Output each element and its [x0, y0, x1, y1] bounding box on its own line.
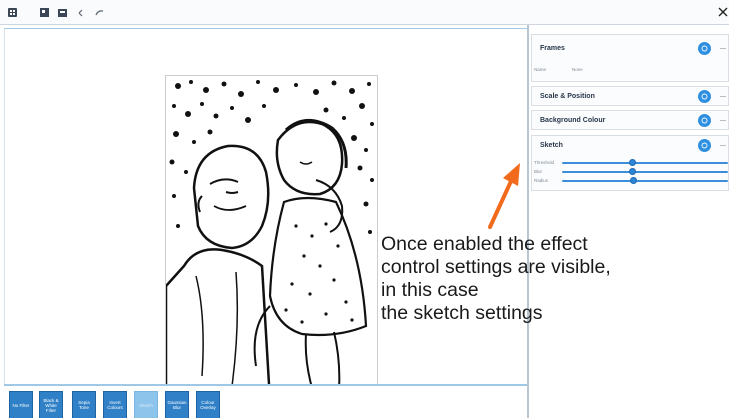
slider-thumb[interactable] — [628, 168, 636, 175]
sketch-photo[interactable] — [165, 75, 378, 400]
slider-thumb[interactable] — [628, 159, 636, 166]
slider-track[interactable] — [562, 162, 728, 164]
grid-icon[interactable] — [6, 6, 18, 18]
crop-icon[interactable] — [56, 6, 68, 18]
filter-button[interactable]: Gaussian Blur — [165, 391, 189, 418]
scale-position-toggle-icon[interactable] — [698, 90, 711, 103]
callout-line: the sketch settings — [381, 302, 543, 324]
undo-icon[interactable] — [75, 6, 87, 18]
image-icon[interactable] — [38, 6, 50, 18]
frames-name-value[interactable]: None — [572, 67, 583, 72]
filter-button[interactable]: Invert Colours — [103, 391, 127, 418]
frames-section: Frames Name None — [531, 34, 729, 82]
callout-line: in this case — [381, 279, 479, 301]
sketch-image — [166, 76, 377, 399]
slider-thumb[interactable] — [630, 177, 638, 184]
settings-panel: Frames Name None Scale & Position Backgr… — [527, 25, 729, 418]
filter-button[interactable]: Colour Overlay — [196, 391, 220, 418]
sketch-section: Sketch Threshold Blur Radius — [531, 135, 729, 191]
filter-button[interactable]: Sketch — [134, 391, 158, 418]
callout-text: Once enabled the effect control settings… — [381, 233, 726, 325]
slider-track[interactable] — [562, 180, 728, 182]
sketch-title: Sketch — [540, 142, 563, 149]
frames-toggle-icon[interactable] — [698, 42, 711, 55]
callout-line: control settings are visible, — [381, 256, 611, 278]
scale-position-title: Scale & Position — [540, 93, 595, 100]
slider-label: Threshold — [534, 160, 555, 165]
sketch-collapse-icon[interactable] — [720, 145, 726, 146]
frames-name-label: Name — [534, 67, 547, 72]
slider-label: Radius — [534, 178, 549, 183]
background-colour-title: Background Colour — [540, 117, 606, 124]
slider-track[interactable] — [562, 171, 728, 173]
filter-bar: No Filter Black & White Filter Sepia Tone I… — [4, 384, 527, 418]
background-colour-section[interactable]: Background Colour — [531, 110, 729, 130]
slider-label: Blur — [534, 169, 543, 174]
scale-position-collapse-icon[interactable] — [720, 96, 726, 97]
redo-icon[interactable] — [93, 6, 105, 18]
sketch-toggle-icon[interactable] — [698, 139, 711, 152]
filter-button[interactable]: Sepia Tone — [72, 391, 96, 418]
callout-line: Once enabled the effect — [381, 233, 588, 255]
background-colour-collapse-icon[interactable] — [720, 120, 726, 121]
close-icon[interactable] — [717, 3, 729, 21]
frames-collapse-icon[interactable] — [720, 48, 726, 49]
background-colour-toggle-icon[interactable] — [698, 114, 711, 127]
filter-button[interactable]: No Filter — [9, 391, 33, 418]
scale-position-section[interactable]: Scale & Position — [531, 86, 729, 106]
editor-canvas — [4, 28, 527, 400]
app-window: Frames Name None Scale & Position Backgr… — [0, 0, 729, 418]
frames-title: Frames — [540, 45, 565, 52]
toolbar — [0, 0, 729, 25]
filter-button[interactable]: Black & White Filter — [39, 391, 63, 418]
